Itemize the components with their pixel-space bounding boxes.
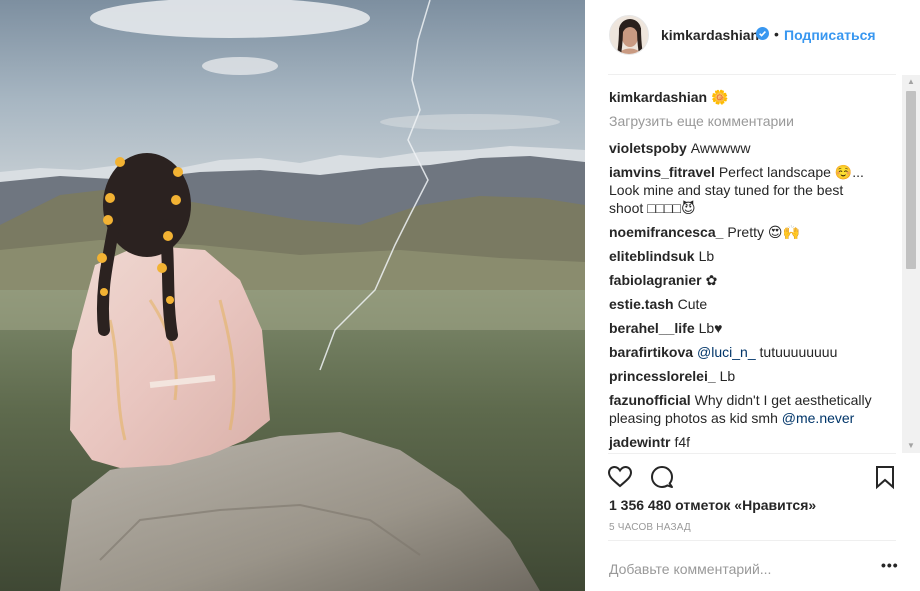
comment-username-link[interactable]: barafirtikova <box>609 344 693 360</box>
likes-count-link[interactable]: 1 356 480 отметок «Нравится» <box>609 497 816 513</box>
comment-text: Cute <box>677 296 708 312</box>
scroll-up-arrow-icon[interactable]: ▲ <box>902 75 920 89</box>
avatar[interactable] <box>609 15 649 55</box>
load-more-comments-button[interactable]: Загрузить еще комментарии <box>609 113 794 129</box>
caption-username-link[interactable]: kimkardashian <box>609 89 707 105</box>
comment-text: Lb <box>698 248 715 264</box>
header-separator: • <box>774 26 779 42</box>
post-header: kimkardashian • Подписаться <box>585 0 920 74</box>
header-username-link[interactable]: kimkardashian <box>661 27 759 43</box>
post-timestamp[interactable]: 5 часов назад <box>609 522 691 533</box>
comment-item: estie.tash Cute <box>609 295 879 313</box>
add-comment-input[interactable] <box>609 559 864 579</box>
post-details-panel: kimkardashian • Подписаться kimkardashia… <box>585 0 920 591</box>
comment-text: ✿ <box>705 272 718 288</box>
verified-badge-icon <box>756 27 769 40</box>
scroll-down-arrow-icon[interactable]: ▼ <box>902 439 920 453</box>
comment-item: violetspoby Awwwww <box>609 139 879 157</box>
comment-username-link[interactable]: princesslorelei_ <box>609 368 716 384</box>
comment-item: noemifrancesca_ Pretty 😍🙌 <box>609 223 879 241</box>
comment-text: Pretty 😍🙌 <box>727 224 800 240</box>
add-comment-form: ••• <box>585 548 920 591</box>
heart-icon[interactable] <box>607 464 633 490</box>
post-photo[interactable] <box>0 0 585 591</box>
comment-item: princesslorelei_ Lb <box>609 367 879 385</box>
comment-text: Awwwww <box>690 140 751 156</box>
comment-username-link[interactable]: berahel__life <box>609 320 695 336</box>
comment-username-link[interactable]: jadewintr <box>609 434 670 450</box>
comment-item: eliteblindsuk Lb <box>609 247 879 265</box>
comment-item: fabiolagranier ✿ <box>609 271 879 289</box>
comment-text: f4f <box>674 434 691 450</box>
follow-button[interactable]: Подписаться <box>784 27 876 43</box>
comment-item: barafirtikova @luci_n_ tutuuuuuuuu <box>609 343 879 361</box>
comment-mention-link[interactable]: @luci_n_ <box>697 344 756 360</box>
comment-item: jadewintr f4f <box>609 433 879 451</box>
comment-username-link[interactable]: fabiolagranier <box>609 272 702 288</box>
comment-text: Lb <box>719 368 736 384</box>
comment-item: berahel__life Lb♥ <box>609 319 879 337</box>
post-caption: kimkardashian 🌼 <box>609 88 728 106</box>
comment-username-link[interactable]: estie.tash <box>609 296 674 312</box>
comment-text: Lb♥ <box>698 320 723 336</box>
comment-bubble-icon[interactable] <box>649 464 675 490</box>
post-actions <box>585 453 920 493</box>
comment-text: tutuuuuuuuu <box>759 344 838 360</box>
scrollbar-thumb[interactable] <box>906 91 916 269</box>
more-options-icon[interactable]: ••• <box>881 558 898 576</box>
landscape-photo-image <box>0 0 585 591</box>
comment-username-link[interactable]: violetspoby <box>609 140 687 156</box>
comment-mention-link[interactable]: @me.never <box>782 410 855 426</box>
avatar-image <box>610 16 648 54</box>
comment-username-link[interactable]: noemifrancesca_ <box>609 224 723 240</box>
comments-list[interactable]: kimkardashian 🌼 Загрузить еще комментари… <box>585 75 905 453</box>
comment-item: iamvins_fitravel Perfect landscape ☺️... … <box>609 163 879 217</box>
comment-item: fazunofficial Why didn't I get aesthetica… <box>609 391 879 427</box>
comment-username-link[interactable]: iamvins_fitravel <box>609 164 715 180</box>
bookmark-icon[interactable] <box>872 464 898 490</box>
comment-username-link[interactable]: fazunofficial <box>609 392 691 408</box>
comment-username-link[interactable]: eliteblindsuk <box>609 248 695 264</box>
caption-text: 🌼 <box>710 89 729 105</box>
comment-input-divider <box>608 540 896 541</box>
comments-scrollbar[interactable]: ▲ ▼ <box>902 75 920 453</box>
